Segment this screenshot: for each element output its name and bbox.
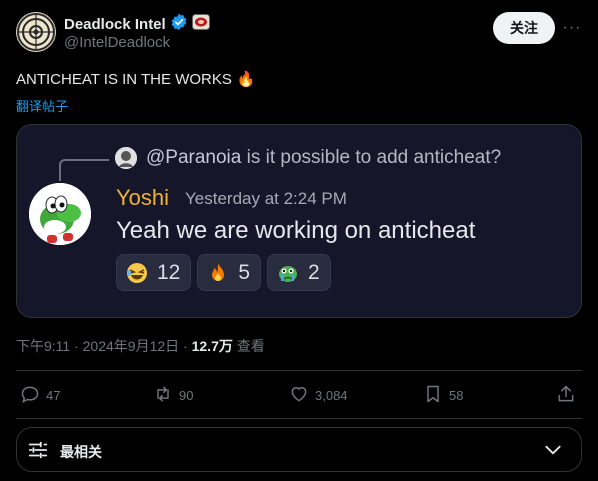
- reply-icon: [20, 384, 40, 407]
- reply-sort-dropdown[interactable]: 最相关: [16, 427, 582, 472]
- author-name[interactable]: Deadlock Intel: [64, 16, 166, 33]
- tweet-actions: 47 90 3,084 58: [16, 384, 582, 408]
- divider: [16, 370, 582, 371]
- reply-preview: @Paranoia is it possible to add antichea…: [146, 147, 501, 169]
- message-timestamp: Yesterday at 2:24 PM: [185, 189, 347, 208]
- tweet-text: ANTICHEAT IS IN THE WORKS 🔥: [16, 70, 256, 89]
- fire-emoji: 🔥: [236, 71, 256, 88]
- author-avatar[interactable]: [16, 12, 56, 52]
- author-handle[interactable]: @IntelDeadlock: [64, 34, 170, 51]
- like-button[interactable]: 3,084: [289, 384, 348, 407]
- more-options-icon[interactable]: ···: [560, 16, 584, 40]
- reply-connector-line: [59, 159, 109, 181]
- reaction-count: 12: [157, 260, 181, 284]
- tweet-timestamp[interactable]: 下午9:11 · 2024年9月12日 ·: [16, 338, 192, 354]
- filter-sliders-icon: [27, 439, 49, 461]
- follow-button[interactable]: 关注: [493, 12, 555, 44]
- bookmark-button[interactable]: 58: [423, 384, 463, 407]
- fire-icon: [206, 261, 230, 285]
- reply-count: 47: [46, 388, 61, 403]
- bookmark-count: 58: [449, 388, 464, 403]
- reply-mention: @Paranoia: [146, 147, 242, 168]
- yoshi-avatar: [29, 183, 91, 245]
- share-button[interactable]: [556, 384, 576, 407]
- reply-preview-text: is it possible to add anticheat?: [241, 147, 502, 168]
- reaction-laughing: 12: [116, 254, 192, 291]
- views-label: 查看: [232, 338, 265, 354]
- tweet-text-content: ANTICHEAT IS IN THE WORKS: [16, 70, 232, 88]
- tweet-meta: 下午9:11 · 2024年9月12日 · 12.7万 查看: [16, 336, 265, 356]
- reply-button[interactable]: 47: [20, 384, 60, 407]
- message-username: Yoshi: [116, 185, 170, 210]
- reaction-count: 2: [308, 260, 320, 284]
- chevron-down-icon: [543, 440, 563, 460]
- reaction-pepe: 2: [267, 254, 331, 291]
- reply-user-avatar: [115, 147, 137, 169]
- crying-pepe-icon: [276, 261, 300, 285]
- bookmark-icon: [423, 384, 443, 407]
- repost-count: 90: [179, 388, 194, 403]
- reaction-fire: 5: [197, 254, 262, 291]
- sort-label: 最相关: [60, 444, 102, 460]
- tweet-media-image[interactable]: @Paranoia is it possible to add antichea…: [16, 124, 582, 318]
- view-count: 12.7万: [191, 338, 233, 354]
- translate-post-link[interactable]: 翻译帖子: [16, 96, 68, 115]
- repost-button[interactable]: 90: [153, 384, 193, 407]
- divider: [16, 418, 582, 419]
- like-count: 3,084: [315, 388, 348, 403]
- laughing-face-icon: [125, 261, 149, 285]
- reactions-row: 12 5 2: [116, 254, 331, 291]
- verified-badge-icon: [170, 13, 188, 36]
- message-body: Yeah we are working on anticheat: [116, 217, 476, 244]
- affiliate-badge-icon[interactable]: [191, 14, 210, 35]
- reaction-count: 5: [238, 260, 251, 284]
- repost-icon: [153, 384, 173, 407]
- share-icon: [556, 384, 576, 407]
- heart-icon: [289, 384, 309, 407]
